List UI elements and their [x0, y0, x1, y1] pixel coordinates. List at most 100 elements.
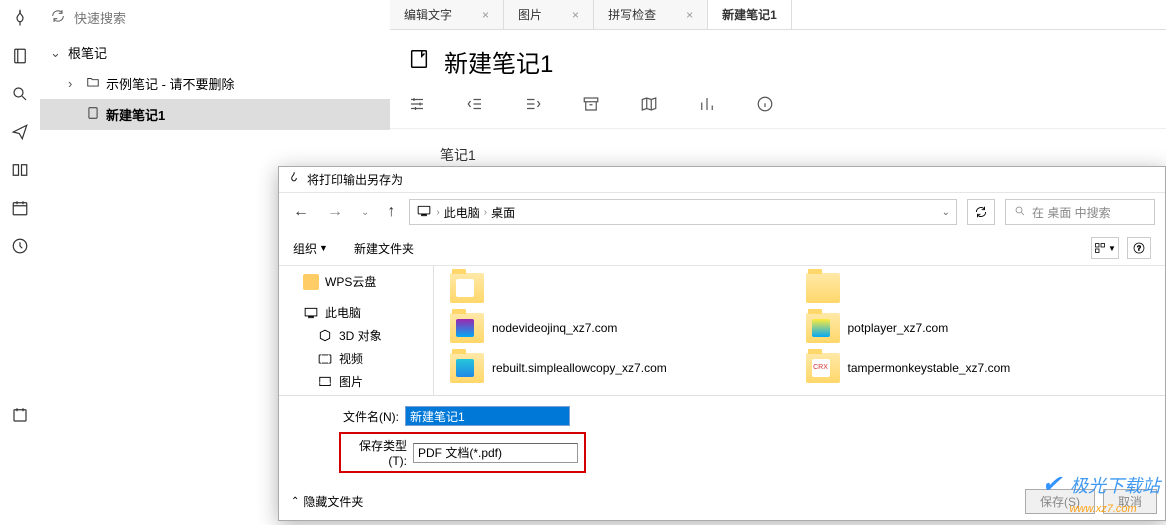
path-sep-icon: › — [436, 207, 439, 218]
save-dialog: 将打印输出另存为 ← → ⌄ ↑ › 此电脑 › 桌面 ⌄ 在 桌面 中搜索 组… — [278, 166, 1166, 521]
chart-icon[interactable] — [698, 95, 716, 118]
dialog-title: 将打印输出另存为 — [307, 171, 403, 188]
search-row — [40, 0, 390, 37]
cloud-icon — [303, 274, 319, 290]
filename-input[interactable] — [405, 406, 570, 426]
dialog-sidebar: WPS云盘 此电脑 3D 对象 视频 图片 — [279, 266, 434, 395]
doc-toolbar — [390, 87, 1166, 129]
recent-dropdown[interactable]: ⌄ — [357, 205, 373, 220]
side-label: WPS云盘 — [325, 273, 376, 290]
side-label: 图片 — [339, 373, 363, 390]
chevron-right-icon: › — [68, 76, 80, 91]
side-label: 视频 — [339, 350, 363, 367]
left-rail — [0, 0, 40, 525]
pictures-icon — [317, 374, 333, 390]
forward-button: → — [323, 201, 347, 223]
up-button[interactable]: ↑ — [383, 201, 399, 223]
search-icon[interactable] — [10, 84, 30, 104]
pc-icon — [416, 204, 432, 221]
path-sep-icon: › — [484, 207, 487, 218]
new-folder-button[interactable]: 新建文件夹 — [354, 240, 414, 257]
side-pictures[interactable]: 图片 — [279, 370, 433, 393]
path-seg[interactable]: 此电脑 — [444, 204, 480, 221]
watermark-text: 极光下载站 — [1070, 476, 1160, 496]
doc-title: 新建笔记1 — [444, 44, 553, 79]
savetype-select[interactable] — [413, 443, 578, 463]
side-wps[interactable]: WPS云盘 — [279, 270, 433, 293]
folder-icon — [450, 313, 484, 343]
filename-row: 文件名(N): — [339, 406, 1145, 426]
view-mode-button[interactable]: ▼ — [1091, 237, 1119, 259]
close-icon[interactable]: × — [572, 8, 579, 22]
folder-icon — [450, 353, 484, 383]
close-icon[interactable]: × — [686, 8, 693, 22]
archive-icon[interactable] — [582, 95, 600, 118]
refresh-button[interactable] — [967, 199, 995, 225]
book-icon[interactable] — [10, 160, 30, 180]
folder-icon — [806, 313, 840, 343]
pc-icon — [303, 305, 319, 321]
send-icon[interactable] — [10, 122, 30, 142]
hide-folders-label: 隐藏文件夹 — [303, 493, 363, 510]
dialog-search[interactable]: 在 桌面 中搜索 — [1005, 199, 1155, 225]
file-name: rebuilt.simpleallowcopy_xz7.com — [492, 361, 667, 375]
dialog-fields: 文件名(N): 保存类型(T): — [279, 396, 1165, 483]
close-icon[interactable]: × — [482, 8, 489, 22]
file-name: potplayer_xz7.com — [848, 321, 949, 335]
note-icon — [408, 48, 430, 75]
savetype-row: 保存类型(T): — [339, 432, 1145, 473]
tree-label: 新建笔记1 — [106, 105, 165, 124]
note-icon[interactable] — [10, 46, 30, 66]
refresh-icon[interactable] — [50, 8, 66, 29]
hide-folders-toggle[interactable]: ⌃隐藏文件夹 — [291, 493, 363, 510]
app-logo-icon — [10, 8, 30, 28]
tree-item-newnote[interactable]: 新建笔记1 — [40, 99, 390, 130]
search-icon — [1014, 205, 1026, 220]
file-item[interactable]: CRXtampermonkeystable_xz7.com — [800, 350, 1156, 386]
doc-title-row: 新建笔记1 — [390, 30, 1166, 87]
organize-button[interactable]: 组织 ▼ — [293, 240, 328, 257]
file-item[interactable]: rebuilt.simpleallowcopy_xz7.com — [444, 350, 800, 386]
watermark-icon: ✔ — [1041, 471, 1061, 498]
back-button[interactable]: ← — [289, 201, 313, 223]
side-video[interactable]: 视频 — [279, 347, 433, 370]
file-item[interactable] — [800, 270, 1156, 306]
path-seg[interactable]: 桌面 — [491, 204, 515, 221]
file-item[interactable]: potplayer_xz7.com — [800, 310, 1156, 346]
tab-spellcheck[interactable]: 拼写检查 × — [594, 0, 708, 29]
tab-label: 图片 — [518, 6, 542, 23]
folder-icon: CRX — [806, 353, 840, 383]
help-button[interactable]: ? — [1127, 237, 1151, 259]
calendar2-icon[interactable] — [10, 405, 30, 425]
tree-item-examples[interactable]: › 示例笔记 - 请不要删除 — [40, 68, 390, 99]
search-input[interactable] — [74, 11, 380, 26]
tree-root[interactable]: ⌄ 根笔记 — [40, 37, 390, 68]
organize-label: 组织 — [293, 240, 317, 257]
tab-image[interactable]: 图片 × — [504, 0, 594, 29]
dialog-titlebar: 将打印输出另存为 — [279, 167, 1165, 193]
indent-left-icon[interactable] — [466, 95, 484, 118]
tab-label: 拼写检查 — [608, 6, 656, 23]
file-item[interactable] — [444, 270, 800, 306]
app-small-icon — [287, 171, 301, 188]
side-3d[interactable]: 3D 对象 — [279, 324, 433, 347]
indent-right-icon[interactable] — [524, 95, 542, 118]
tab-newnote[interactable]: 新建笔记1 — [708, 0, 792, 29]
file-list: nodevideojinq_xz7.com potplayer_xz7.com … — [434, 266, 1165, 395]
dialog-footer: ⌃隐藏文件夹 保存(S) 取消 — [291, 489, 1157, 514]
tab-edit-text[interactable]: 编辑文字× — [390, 0, 504, 29]
chevron-down-icon[interactable]: ⌄ — [942, 207, 950, 218]
map-icon[interactable] — [640, 95, 658, 118]
side-thispc[interactable]: 此电脑 — [279, 301, 433, 324]
cube-icon — [317, 328, 333, 344]
file-name: nodevideojinq_xz7.com — [492, 321, 617, 335]
sliders-icon[interactable] — [408, 95, 426, 118]
file-item[interactable]: nodevideojinq_xz7.com — [444, 310, 800, 346]
calendar-icon[interactable] — [10, 198, 30, 218]
folder-icon — [806, 273, 840, 303]
info-icon[interactable] — [756, 95, 774, 118]
path-bar[interactable]: › 此电脑 › 桌面 ⌄ — [409, 199, 957, 225]
folder-icon — [450, 273, 484, 303]
folder-icon — [86, 75, 100, 92]
history-icon[interactable] — [10, 236, 30, 256]
